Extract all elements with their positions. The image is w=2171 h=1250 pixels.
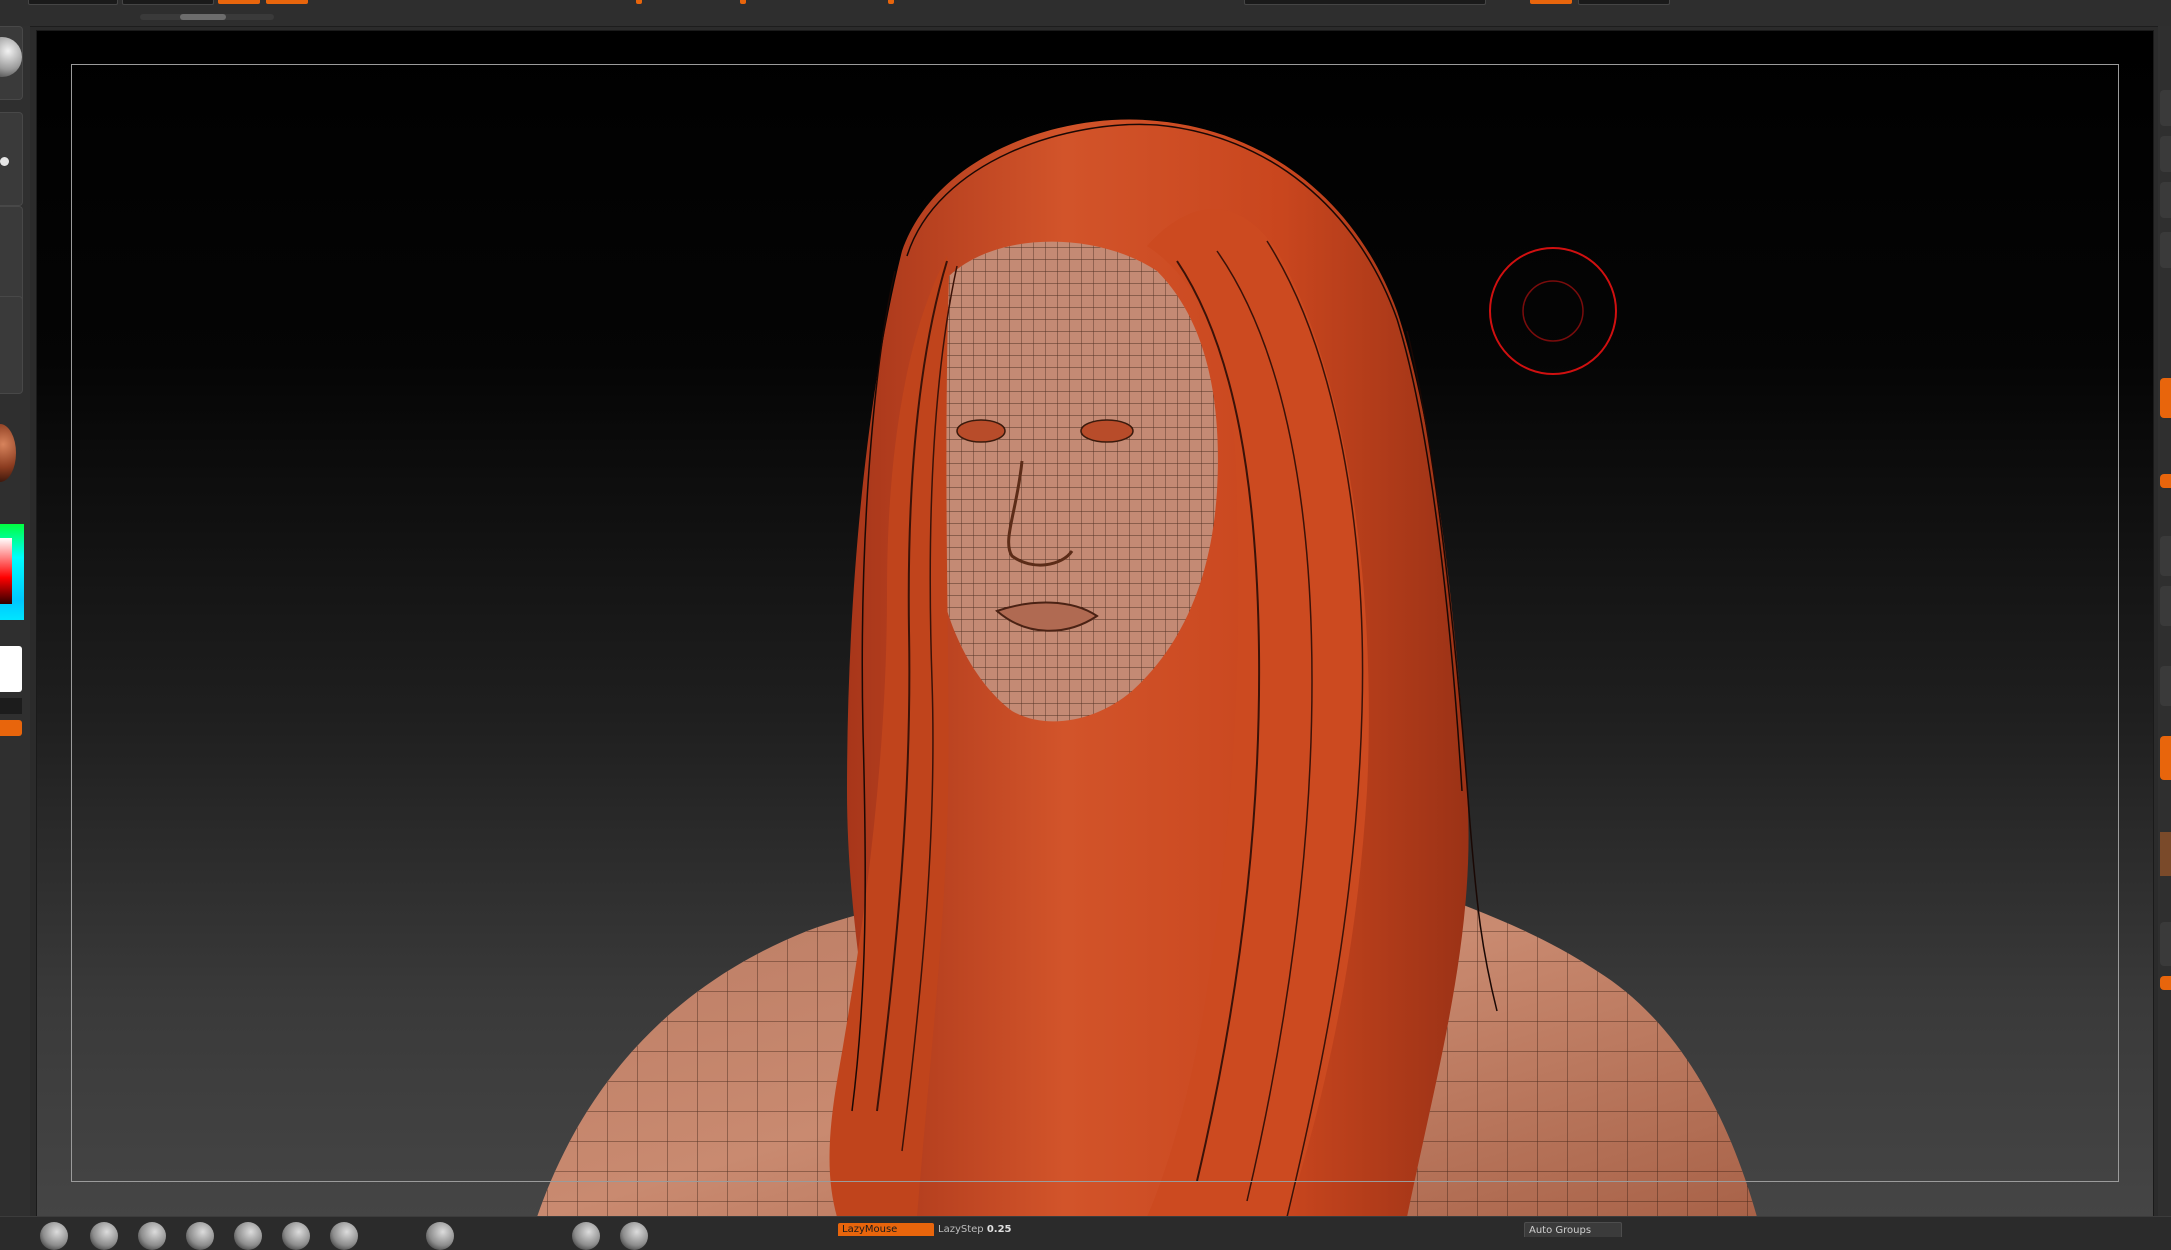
- toolbar-toggle-active[interactable]: [1530, 0, 1572, 4]
- right-shelf-button[interactable]: [2160, 182, 2171, 218]
- draw-size-cursor-icon: [1489, 247, 1617, 375]
- main-color-swatch[interactable]: [0, 646, 22, 692]
- secondary-color-swatch[interactable]: [0, 698, 22, 714]
- lazystep-value: 0.25: [986, 1224, 1012, 1235]
- toolbar-button[interactable]: [1578, 0, 1670, 5]
- right-shelf-button[interactable]: [2160, 586, 2171, 626]
- toolbar-indicator: [740, 0, 746, 4]
- brush-sphere-icon[interactable]: [620, 1222, 648, 1250]
- brush-sphere-icon[interactable]: [234, 1222, 262, 1250]
- right-shelf-button[interactable]: [2160, 536, 2171, 576]
- right-shelf-toggle-active[interactable]: [2160, 474, 2171, 488]
- right-shelf-toggle-active[interactable]: [2160, 736, 2171, 780]
- toolbar-button[interactable]: [28, 0, 118, 5]
- 3d-model-viewport[interactable]: [37, 31, 2153, 1217]
- toolbar-toggle-active[interactable]: [218, 0, 260, 4]
- brush-sphere-icon[interactable]: [40, 1222, 68, 1250]
- toolbar-scroll-slider[interactable]: [140, 14, 274, 20]
- right-shelf: [2158, 26, 2171, 1216]
- toolbar-indicator: [636, 0, 642, 4]
- material-sphere-icon[interactable]: [0, 424, 16, 482]
- right-shelf-toggle-active[interactable]: [2160, 378, 2171, 418]
- brush-sphere-icon[interactable]: [426, 1222, 454, 1250]
- brush-sphere-icon[interactable]: [90, 1222, 118, 1250]
- canvas-frame: [36, 30, 2154, 1218]
- lazymouse-button[interactable]: LazyMouse: [838, 1223, 934, 1236]
- left-eye: [956, 419, 1006, 443]
- top-toolbar: [0, 0, 2171, 27]
- document-canvas[interactable]: [37, 31, 2153, 1217]
- right-shelf-button[interactable]: [2160, 232, 2171, 268]
- lazystep-slider[interactable]: LazyStep 0.25: [938, 1223, 1012, 1236]
- stroke-button[interactable]: [0, 112, 23, 206]
- right-shelf-button[interactable]: [2160, 922, 2171, 966]
- right-shelf-button[interactable]: [2160, 666, 2171, 706]
- brush-button[interactable]: [0, 26, 23, 100]
- texture-button[interactable]: [0, 296, 23, 394]
- right-eye: [1080, 419, 1134, 443]
- brush-sphere-icon: [0, 37, 22, 77]
- right-shelf-button[interactable]: [2160, 136, 2171, 172]
- stroke-dot-icon: [0, 157, 9, 166]
- right-shelf-toggle-active[interactable]: [2160, 976, 2171, 990]
- toolbar-toggle-active[interactable]: [266, 0, 308, 4]
- lazystep-label: LazyStep: [938, 1224, 984, 1235]
- right-shelf-button[interactable]: [2160, 90, 2171, 126]
- toolbar-slider[interactable]: [1244, 0, 1486, 5]
- brush-sphere-icon[interactable]: [572, 1222, 600, 1250]
- toolbar-button[interactable]: [122, 0, 214, 5]
- switch-color-button[interactable]: [0, 720, 22, 736]
- left-shelf: [0, 26, 30, 1216]
- bottom-toolbar: LazyMouse LazyStep 0.25 Auto Groups: [0, 1216, 2171, 1250]
- color-gradient[interactable]: [0, 538, 12, 604]
- brush-sphere-icon[interactable]: [138, 1222, 166, 1250]
- brush-sphere-icon[interactable]: [282, 1222, 310, 1250]
- color-picker[interactable]: [0, 524, 24, 620]
- brush-sphere-icon[interactable]: [186, 1222, 214, 1250]
- right-shelf-color-button[interactable]: [2160, 832, 2171, 876]
- slider-knob[interactable]: [180, 14, 226, 20]
- brush-sphere-icon[interactable]: [330, 1222, 358, 1250]
- toolbar-indicator: [888, 0, 894, 4]
